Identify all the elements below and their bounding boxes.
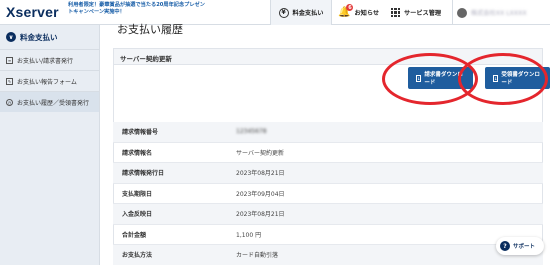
sidebar-item-label: お支払い履歴／受領書発行 bbox=[17, 99, 90, 107]
avatar bbox=[457, 7, 467, 18]
row-value: 2023年08月21日 bbox=[236, 170, 285, 178]
highlight-circle-receipt bbox=[458, 53, 548, 105]
support-label: サポート bbox=[513, 244, 536, 250]
clock-icon: ◷ bbox=[6, 98, 13, 106]
table-row: 請求情報名 サーバー契約更新 bbox=[113, 143, 543, 163]
row-label: 合計金額 bbox=[122, 231, 147, 239]
table-row: 合計金額 1,100 円 bbox=[113, 225, 543, 245]
table-row: お支払方法 カード自動引落 bbox=[113, 245, 543, 265]
sidebar-section-billing[interactable]: ∨ 料金支払い bbox=[0, 25, 99, 49]
sidebar-item-payment-history[interactable]: ◷ お支払い履歴／受領書発行 bbox=[0, 91, 99, 112]
nav-billing[interactable]: ¥ 料金支払い bbox=[270, 0, 332, 25]
row-value: 2023年09月04日 bbox=[236, 190, 285, 198]
yen-icon: ¥ bbox=[278, 7, 289, 18]
page-title: お支払い履歴 bbox=[117, 23, 183, 36]
row-label: 請求情報番号 bbox=[122, 129, 159, 137]
nav-notices[interactable]: 🔔 6 お知らせ bbox=[338, 0, 386, 25]
table-row: 請求情報発行日 2023年08月21日 bbox=[113, 163, 543, 184]
account-menu[interactable]: 株式会社XX LXXXX bbox=[452, 0, 548, 25]
sidebar-item-payment-invoice[interactable]: ≡ お支払い/請求書発行 bbox=[0, 49, 99, 70]
xserver-logo[interactable]: Xserver bbox=[6, 4, 59, 20]
sidebar-item-label: お支払い報告フォーム bbox=[17, 78, 77, 86]
promo-banner-text[interactable]: 利用者限定！豪華賞品が抽選で当たる20周年記念プレゼントキャンペーン実施中！ bbox=[68, 2, 208, 15]
row-value: サーバー契約更新 bbox=[236, 149, 284, 157]
bell-icon: 🔔 6 bbox=[338, 4, 354, 18]
row-value: 1,100 円 bbox=[236, 231, 262, 239]
nav-service-label: サービス管理 bbox=[404, 10, 442, 17]
nav-notices-label: お知らせ bbox=[354, 10, 380, 17]
account-name: 株式会社XX LXXXX bbox=[471, 10, 527, 17]
notification-badge: 6 bbox=[346, 4, 354, 11]
row-label: 入金反映日 bbox=[122, 211, 153, 219]
sidebar-item-label: お支払い/請求書発行 bbox=[17, 57, 74, 65]
nav-service-management[interactable]: サービス管理 bbox=[391, 0, 447, 25]
billing-details-table: 請求情報番号 12345678 請求情報名 サーバー契約更新 請求情報発行日 2… bbox=[113, 122, 543, 265]
row-label: 支払期限日 bbox=[122, 190, 153, 198]
form-icon: ✎ bbox=[6, 77, 13, 85]
table-row: 請求情報番号 12345678 bbox=[113, 122, 543, 143]
row-label: 請求情報名 bbox=[122, 149, 153, 157]
help-icon: ? bbox=[500, 241, 510, 251]
support-button[interactable]: ? サポート bbox=[496, 237, 544, 255]
document-icon: ≡ bbox=[6, 56, 13, 64]
table-row: 支払期限日 2023年09月04日 bbox=[113, 184, 543, 204]
nav-billing-label: 料金支払い bbox=[292, 10, 324, 17]
sidebar-title: 料金支払い bbox=[20, 32, 58, 42]
sidebar: ∨ 料金支払い ≡ お支払い/請求書発行 ✎ お支払い報告フォーム ◷ お支払い… bbox=[0, 25, 100, 265]
row-value: 2023年08月21日 bbox=[236, 211, 285, 219]
grid-icon bbox=[391, 8, 400, 17]
table-row: 入金反映日 2023年08月21日 bbox=[113, 204, 543, 225]
row-label: 請求情報発行日 bbox=[122, 170, 165, 178]
top-header: Xserver 利用者限定！豪華賞品が抽選で当たる20周年記念プレゼントキャンペ… bbox=[0, 0, 550, 25]
chevron-down-icon: ∨ bbox=[6, 32, 16, 42]
row-value: 12345678 bbox=[236, 128, 267, 136]
sidebar-item-payment-report[interactable]: ✎ お支払い報告フォーム bbox=[0, 70, 99, 91]
row-value: カード自動引落 bbox=[236, 252, 279, 260]
row-label: お支払方法 bbox=[122, 252, 153, 260]
